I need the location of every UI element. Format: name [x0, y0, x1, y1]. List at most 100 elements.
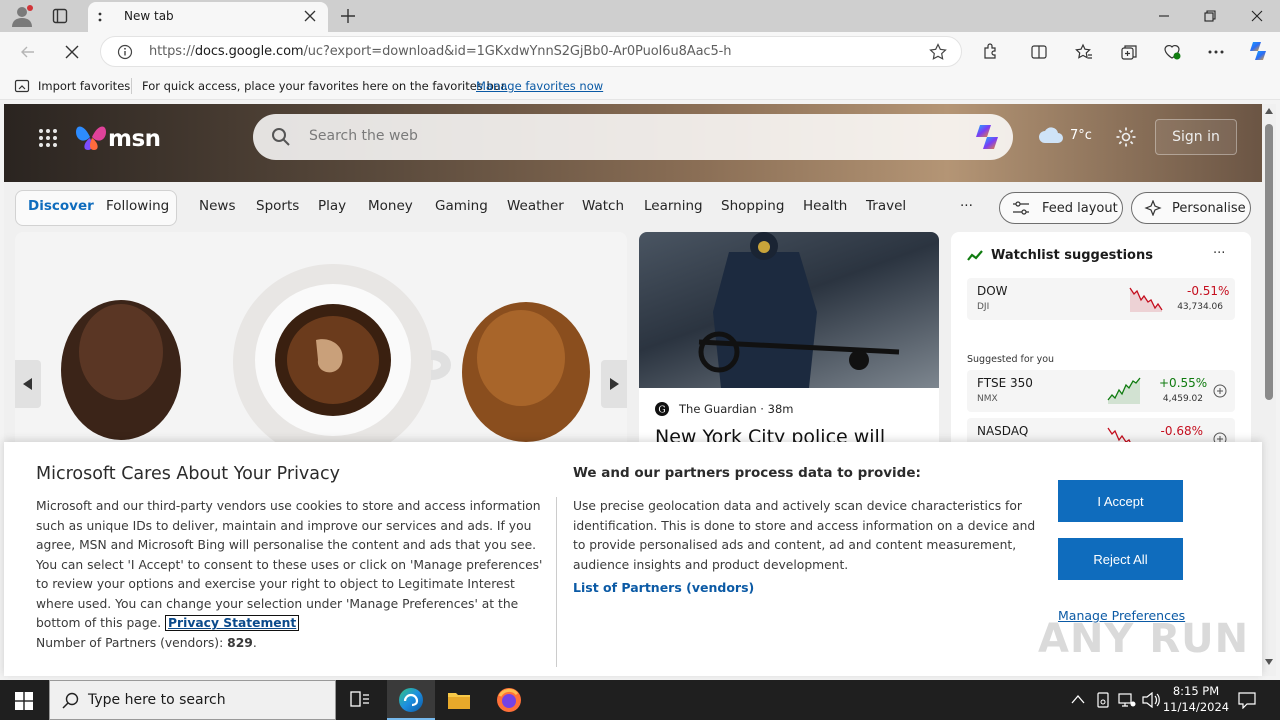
news-image — [639, 232, 939, 388]
search-icon — [62, 692, 79, 709]
address-bar[interactable]: https://docs.google.com/uc?export=downlo… — [100, 36, 962, 67]
personalise-button[interactable]: Personalise — [1131, 192, 1251, 224]
nav-learning[interactable]: Learning — [644, 198, 703, 214]
watchlist-more-icon[interactable]: ··· — [1213, 246, 1225, 261]
sign-in-button[interactable]: Sign in — [1155, 119, 1237, 155]
news-source: The Guardian · 38m — [679, 402, 794, 416]
carousel-prev-button[interactable] — [15, 360, 41, 408]
restore-button[interactable] — [1187, 0, 1233, 32]
carousel-next-button[interactable] — [601, 360, 627, 408]
notifications-icon[interactable] — [1238, 691, 1256, 709]
extensions-icon[interactable] — [979, 40, 1003, 64]
settings-gear-icon[interactable] — [1115, 126, 1137, 148]
ftse-sparkline — [1107, 377, 1141, 404]
profile-avatar-icon[interactable] — [10, 5, 34, 27]
stop-loading-icon[interactable] — [60, 40, 84, 64]
tab-following[interactable]: Following — [106, 198, 169, 214]
copilot-search-icon[interactable] — [971, 122, 1003, 152]
volume-icon[interactable] — [1142, 692, 1160, 708]
nav-sports[interactable]: Sports — [256, 198, 299, 214]
import-favorites-button[interactable]: Import favorites — [38, 79, 130, 93]
favbar-divider — [131, 78, 132, 94]
tab-new-tab[interactable]: New tab — [88, 2, 328, 32]
scrollbar-thumb[interactable] — [1265, 124, 1273, 400]
favbar-hint: For quick access, place your favorites h… — [142, 79, 509, 93]
nav-shopping[interactable]: Shopping — [721, 198, 784, 214]
copilot-icon[interactable] — [1245, 38, 1271, 64]
nav-gaming[interactable]: Gaming — [435, 198, 488, 214]
close-tab-icon[interactable] — [304, 10, 316, 22]
msn-butterfly-icon — [74, 122, 108, 152]
import-favorites-icon[interactable] — [14, 78, 30, 94]
accept-button[interactable]: I Accept — [1058, 480, 1183, 522]
privacy-body: Microsoft and our third-party vendors us… — [36, 499, 543, 650]
app-launcher-icon[interactable] — [38, 128, 58, 148]
tab-discover[interactable]: Discover — [28, 198, 94, 214]
suggested-label: Suggested for you — [967, 354, 1055, 365]
anyrun-watermark: ANY RUN — [1038, 616, 1250, 662]
settings-more-icon[interactable] — [1204, 40, 1228, 64]
new-tab-icon[interactable] — [340, 8, 356, 24]
favorite-star-icon[interactable] — [929, 43, 947, 61]
privacy-consent-banner: Microsoft Cares About Your Privacy Micro… — [4, 442, 1262, 676]
site-info-icon[interactable] — [117, 44, 133, 60]
close-window-button[interactable] — [1234, 0, 1280, 32]
nav-weather[interactable]: Weather — [507, 198, 564, 214]
nav-news[interactable]: News — [199, 198, 235, 214]
nav-more-icon[interactable]: ··· — [960, 198, 973, 214]
nav-money[interactable]: Money — [368, 198, 413, 214]
partners-count: 829 — [227, 635, 253, 650]
browser-essentials-icon[interactable] — [1160, 40, 1184, 64]
file-explorer-icon[interactable] — [447, 689, 471, 711]
minimize-button[interactable] — [1141, 0, 1187, 32]
data-processing-body: Use precise geolocation data and activel… — [573, 499, 1036, 572]
search-input[interactable]: Search the web — [309, 128, 418, 144]
feed-layout-button[interactable]: Feed layout — [999, 192, 1123, 224]
list-of-partners-link[interactable]: List of Partners (vendors) — [573, 580, 754, 595]
back-arrow-icon[interactable] — [16, 40, 40, 64]
guardian-logo-icon: G — [655, 402, 669, 416]
nav-watch[interactable]: Watch — [582, 198, 624, 214]
coffee-image — [51, 260, 611, 450]
stock-row-ftse[interactable]: FTSE 350 NMX +0.55% 4,459.02 — [967, 370, 1235, 412]
tab-actions-icon[interactable] — [52, 8, 68, 24]
privacy-divider — [556, 497, 557, 667]
svg-text:G: G — [658, 406, 665, 416]
msn-search-box[interactable]: Search the web — [253, 114, 1013, 160]
browser-toolbar: https://docs.google.com/uc?export=downlo… — [0, 32, 1280, 72]
split-screen-icon[interactable] — [1027, 40, 1051, 64]
msn-logo-text[interactable]: msn — [108, 126, 161, 152]
sparkle-icon — [1144, 200, 1162, 216]
windows-start-icon[interactable] — [15, 692, 33, 710]
taskbar-search-input: Type here to search — [88, 692, 226, 708]
taskbar-clock[interactable]: 8:15 PM 11/14/2024 — [1160, 683, 1232, 715]
tab-title: New tab — [124, 9, 174, 23]
network-icon[interactable] — [1118, 692, 1136, 708]
stock-row-dow[interactable]: DOW DJI -0.51% 43,734.06 — [967, 278, 1235, 320]
firefox-icon[interactable] — [496, 687, 522, 713]
nav-travel[interactable]: Travel — [866, 198, 906, 214]
stock-chart-icon — [967, 250, 983, 262]
task-view-icon[interactable] — [350, 691, 370, 709]
privacy-title: Microsoft Cares About Your Privacy — [36, 464, 340, 484]
title-bar: New tab — [0, 0, 1280, 32]
add-stock-icon[interactable] — [1213, 384, 1227, 398]
show-hidden-icons-icon[interactable] — [1071, 694, 1085, 704]
weather-cloud-icon[interactable] — [1038, 126, 1064, 144]
privacy-statement-link[interactable]: Privacy Statement — [165, 615, 300, 631]
network-device-icon[interactable] — [1095, 692, 1111, 708]
temperature[interactable]: 7°c — [1070, 128, 1092, 143]
nav-play[interactable]: Play — [318, 198, 346, 214]
search-icon — [271, 127, 291, 147]
reject-all-button[interactable]: Reject All — [1058, 538, 1183, 580]
page-scrollbar[interactable] — [1262, 104, 1276, 676]
personalise-label: Personalise — [1172, 201, 1246, 216]
taskbar-search-box[interactable]: Type here to search — [49, 680, 336, 720]
feed-layout-label: Feed layout — [1042, 201, 1118, 216]
nav-health[interactable]: Health — [803, 198, 847, 214]
taskbar-edge-button[interactable] — [387, 680, 435, 720]
favorites-icon[interactable] — [1072, 40, 1096, 64]
manage-favorites-link[interactable]: Manage favorites now — [476, 79, 603, 93]
windows-taskbar: Type here to search 8:15 PM 11/14/2024 — [0, 680, 1280, 720]
collections-icon[interactable] — [1117, 40, 1141, 64]
